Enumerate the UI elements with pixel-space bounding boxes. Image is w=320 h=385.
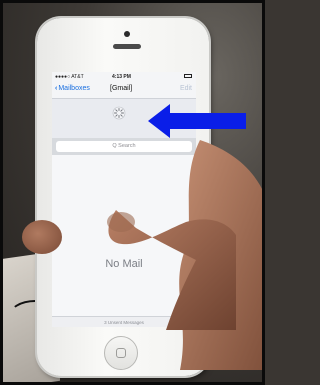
status-bar: ●●●●○ AT&T 4:13 PM <box>52 72 196 81</box>
back-button[interactable]: ‹Mailboxes <box>55 85 90 92</box>
status-carrier: ●●●●○ AT&T <box>55 73 84 80</box>
thumb <box>107 210 236 330</box>
edit-button[interactable]: Edit <box>180 85 192 92</box>
front-camera-icon <box>124 31 130 37</box>
status-time: 4:13 PM <box>112 73 131 80</box>
battery-icon <box>184 74 192 78</box>
back-chevron-icon: ‹ <box>55 85 58 92</box>
home-button[interactable] <box>104 336 138 370</box>
earpiece-speaker <box>113 44 141 49</box>
left-finger <box>22 220 62 254</box>
nav-title: [Gmail] <box>110 85 133 92</box>
photo-background: ●●●●○ AT&T 4:13 PM ‹Mailboxes [Gmail] Ed… <box>0 0 265 385</box>
refresh-spinner-icon <box>112 106 126 120</box>
nav-bar: ‹Mailboxes [Gmail] Edit <box>52 81 196 99</box>
back-button-label: Mailboxes <box>58 85 90 92</box>
arrow-icon <box>148 104 246 138</box>
home-button-icon <box>116 348 126 358</box>
